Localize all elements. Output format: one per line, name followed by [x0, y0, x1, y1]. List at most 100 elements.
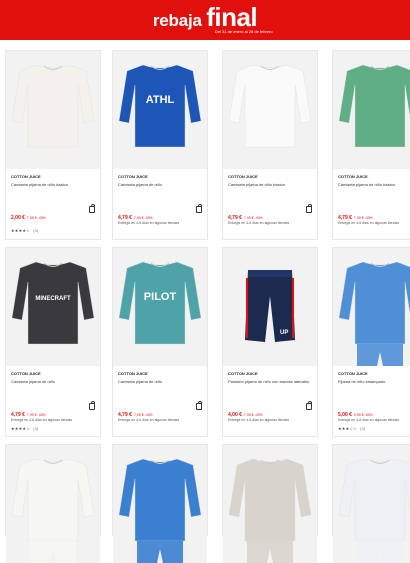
- product-brand: COTTON JUICE: [11, 174, 41, 179]
- product-name[interactable]: Pantalón pijama de niño con bandas later…: [228, 379, 312, 384]
- banner-title-word2: final: [206, 2, 258, 32]
- product-card[interactable]: UP COTTON JUICE Pantalón pijama de niño co…: [222, 247, 318, 437]
- garment-illustration: PILOT: [118, 261, 202, 345]
- shopping-bag-icon[interactable]: [306, 401, 312, 410]
- garment-illustration: MINECRAFT: [11, 261, 95, 345]
- product-card[interactable]: [112, 444, 208, 563]
- product-brand: COTTON JUICE: [338, 371, 368, 376]
- product-brand: COTTON JUICE: [11, 371, 41, 376]
- svg-text:PILOT: PILOT: [144, 291, 177, 303]
- garment-illustration: [338, 64, 410, 148]
- garment-illustration: [11, 458, 95, 563]
- price-row: 4,79 €7,99 € -40%: [118, 401, 204, 418]
- discount-label: 9,99 € -50%: [353, 413, 373, 417]
- product-brand: COTTON JUICE: [118, 371, 148, 376]
- delivery-info: Entrega en 4-6 días en algunas tiendas: [11, 418, 73, 422]
- product-price: 2,00 €: [11, 215, 25, 221]
- shopping-bag-icon[interactable]: [306, 204, 312, 213]
- product-image[interactable]: PILOT: [113, 248, 207, 366]
- product-card[interactable]: ATHL COTTON JUICE Camiseta pijama de niño 4…: [112, 50, 208, 240]
- star-rating-icon: ★★★★☆: [11, 426, 30, 431]
- discount-label: 7,99 € -40%: [26, 413, 46, 417]
- product-image[interactable]: [333, 248, 410, 366]
- banner-subtitle: Del 31 de enero al 28 de febrero: [215, 29, 273, 34]
- garment-illustration: [118, 458, 202, 563]
- discount-label: 7,99 € -40%: [133, 216, 153, 220]
- price-row: 4,79 €7,99 € -40%: [118, 204, 204, 221]
- price-row: 4,79 €7,99 € -40%: [228, 204, 314, 221]
- rating: ★★★☆☆ (3): [338, 426, 365, 431]
- discount-label: 7,99 € -40%: [243, 216, 263, 220]
- product-card[interactable]: [222, 444, 318, 563]
- product-image[interactable]: [333, 445, 410, 563]
- svg-text:MINECRAFT: MINECRAFT: [35, 296, 71, 302]
- product-name[interactable]: Pijama de niño estampado: [338, 379, 410, 384]
- garment-illustration: [11, 64, 95, 148]
- delivery-info: Entrega en 4-6 días en algunas tiendas: [118, 221, 180, 225]
- banner-title-word1: rebaja: [152, 11, 202, 30]
- garment-illustration: UP: [245, 270, 295, 342]
- shopping-bag-icon[interactable]: [89, 204, 95, 213]
- delivery-info: Entrega en 4-6 días en algunas tiendas: [228, 221, 290, 225]
- discount-label: 7,99 € -40%: [353, 216, 373, 220]
- product-image[interactable]: MINECRAFT: [6, 248, 100, 366]
- rating: ★★★★☆ (3): [11, 228, 38, 233]
- product-brand: COTTON JUICE: [228, 371, 258, 376]
- garment-illustration: [338, 261, 410, 366]
- product-card[interactable]: PILOT COTTON JUICE Camiseta pijama de niño…: [112, 247, 208, 437]
- sale-banner[interactable]: rebaja final Del 31 de enero al 28 de fe…: [0, 0, 410, 40]
- garment-illustration: [338, 458, 410, 563]
- product-name[interactable]: Camiseta pijama de niño básica: [228, 182, 312, 187]
- product-name[interactable]: Camiseta pijama de niño básica: [338, 182, 410, 187]
- shopping-bag-icon[interactable]: [89, 401, 95, 410]
- price-row: 4,79 €7,99 € -40%: [338, 206, 410, 221]
- product-name[interactable]: Camiseta pijama de niño: [118, 182, 202, 187]
- delivery-info: Entrega en 4-6 días en algunas tiendas: [338, 221, 400, 225]
- product-card[interactable]: COTTON JUICE Camiseta pijama de niño bási…: [5, 50, 101, 240]
- delivery-info: Entrega en 4-6 días en algunas tiendas: [338, 418, 400, 422]
- product-card[interactable]: COTTON JUICE Camiseta pijama de niño bási…: [332, 50, 410, 240]
- price-row: 2,00 €7,99 € -40%: [11, 204, 97, 221]
- review-count: (3): [359, 426, 366, 431]
- product-image[interactable]: ATHL: [113, 51, 207, 169]
- svg-text:ATHL: ATHL: [146, 94, 175, 106]
- garment-illustration: ATHL: [118, 64, 202, 148]
- banner-title: rebaja final: [0, 4, 410, 35]
- delivery-info: Entrega en 4-6 días en algunas tiendas: [228, 418, 290, 422]
- discount-label: 7,99 € -40%: [26, 216, 46, 220]
- product-card[interactable]: COTTON JUICE Pijama de niño estampado 5,00…: [332, 247, 410, 437]
- product-image[interactable]: [6, 445, 100, 563]
- garment-illustration: [228, 64, 312, 148]
- product-image[interactable]: [113, 445, 207, 563]
- star-rating-icon: ★★★☆☆: [338, 426, 357, 431]
- product-image[interactable]: [223, 51, 317, 169]
- garment-illustration: [228, 458, 312, 563]
- shopping-bag-icon[interactable]: [196, 401, 202, 410]
- product-card[interactable]: COTTON JUICE Camiseta pijama de niño bási…: [222, 50, 318, 240]
- review-count: (3): [32, 228, 39, 233]
- product-card[interactable]: MINECRAFT COTTON JUICE Camiseta pijama de …: [5, 247, 101, 437]
- discount-label: 7,99 € -40%: [243, 413, 263, 417]
- discount-label: 7,99 € -40%: [133, 413, 153, 417]
- product-brand: COTTON JUICE: [338, 174, 368, 179]
- price-row: 4,79 €7,99 € -40%: [11, 401, 97, 418]
- star-rating-icon: ★★★★☆: [11, 228, 30, 233]
- product-image[interactable]: [223, 445, 317, 563]
- product-name[interactable]: Camiseta pijama de niño: [11, 379, 95, 384]
- product-brand: COTTON JUICE: [118, 174, 148, 179]
- product-card[interactable]: [332, 444, 410, 563]
- product-name[interactable]: Camiseta pijama de niño: [118, 379, 202, 384]
- product-card[interactable]: [5, 444, 101, 563]
- product-image[interactable]: UP: [223, 248, 317, 366]
- product-name[interactable]: Camiseta pijama de niño básica: [11, 182, 95, 187]
- review-count: (3): [32, 426, 39, 431]
- product-brand: COTTON JUICE: [228, 174, 258, 179]
- product-image[interactable]: [333, 51, 410, 169]
- product-image[interactable]: [6, 51, 100, 169]
- price-row: 4,00 €7,99 € -40%: [228, 401, 314, 418]
- svg-text:UP: UP: [280, 330, 288, 336]
- delivery-info: Entrega en 4-6 días en algunas tiendas: [118, 418, 180, 422]
- price-row: 5,00 €9,99 € -50%: [338, 403, 410, 418]
- rating: ★★★★☆ (3): [11, 426, 38, 431]
- shopping-bag-icon[interactable]: [196, 204, 202, 213]
